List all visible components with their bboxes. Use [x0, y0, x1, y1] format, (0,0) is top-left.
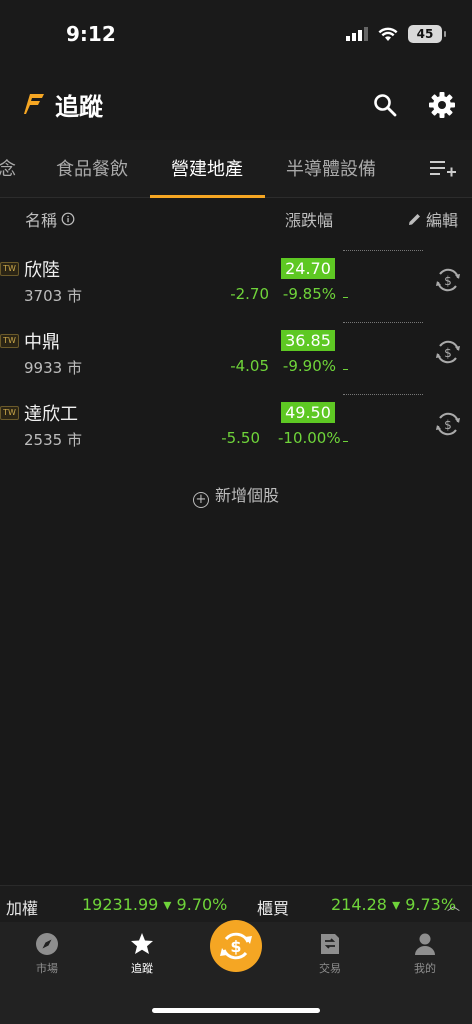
battery-icon: 45: [408, 25, 446, 43]
status-bar: 9:12 45: [0, 0, 472, 70]
sparkline-mark: [343, 369, 348, 370]
quick-trade-icon[interactable]: $: [434, 338, 462, 366]
svg-text:$: $: [444, 418, 452, 432]
nav-watchlist[interactable]: 追蹤: [112, 932, 172, 976]
nav-trade-label: 交易: [319, 962, 341, 975]
tab-construction[interactable]: 營建地產: [171, 155, 243, 181]
active-tab-indicator: [150, 195, 265, 198]
info-icon[interactable]: [61, 212, 75, 226]
sparkline-mark: [343, 297, 348, 298]
add-stock-label: 新增個股: [214, 486, 279, 505]
edit-button[interactable]: 編輯: [408, 207, 458, 231]
market-badge: TW: [0, 262, 19, 276]
edit-label: 編輯: [425, 211, 458, 230]
market-badge: TW: [0, 406, 19, 420]
stock-change-pct: -10.00%: [278, 429, 341, 447]
chevron-up-icon[interactable]: ︿: [447, 895, 460, 914]
sparkline-reference: [343, 394, 423, 395]
signal-icon: [346, 27, 368, 41]
status-icons: 45: [346, 25, 446, 43]
pencil-icon: [408, 214, 420, 225]
nav-market[interactable]: 市場: [17, 932, 77, 976]
stock-name: 欣陸: [24, 260, 60, 281]
taiex-label: 加權: [6, 899, 39, 918]
name-column-label: 名稱: [25, 211, 58, 230]
add-circle-icon: +: [192, 492, 209, 508]
sparkline-reference: [343, 250, 423, 251]
add-stock-button[interactable]: + 新增個股: [0, 482, 472, 508]
market-badge: TW: [0, 334, 19, 348]
svg-text:$: $: [230, 937, 241, 956]
status-time: 9:12: [66, 22, 116, 46]
stock-name: 中鼎: [24, 332, 60, 353]
bottom-nav: 市場 追蹤 $ 交易 我的: [0, 920, 472, 1024]
column-header: 名稱 漲跌幅 編輯: [0, 199, 472, 237]
nav-profile[interactable]: 我的: [395, 932, 455, 976]
add-list-icon[interactable]: [430, 158, 456, 180]
index-ticker[interactable]: 加權 19231.99 ▾ 9.70% 櫃買 214.28 ▾ 9.73% ︿: [0, 885, 472, 922]
otc-value: 214.28 ▾ 9.73%: [331, 895, 457, 914]
sparkline-mark: [343, 441, 348, 442]
tab-semiconductor[interactable]: 半導體設備: [286, 155, 376, 181]
compass-icon: [36, 933, 58, 955]
quick-trade-button[interactable]: $: [210, 920, 262, 972]
nav-market-label: 市場: [36, 962, 58, 975]
svg-text:$: $: [444, 274, 452, 288]
search-icon[interactable]: [372, 92, 398, 118]
stock-change: -5.50: [221, 429, 260, 447]
category-tabs: 念 食品餐飲 營建地產 半導體設備: [0, 140, 472, 198]
stock-price: 49.50: [281, 402, 335, 423]
stock-row[interactable]: TW 達欣工 2535 市 49.50 -5.50 -10.00% $: [0, 392, 472, 464]
person-icon: [415, 933, 435, 955]
wifi-icon: [378, 27, 398, 41]
trade-doc-icon: [321, 934, 339, 954]
stock-code: 9933 市: [24, 359, 82, 377]
nav-trade[interactable]: 交易: [300, 932, 360, 976]
app-logo-icon: [24, 94, 44, 114]
stock-change: -2.70: [230, 285, 269, 303]
stock-price: 24.70: [281, 258, 335, 279]
app-header: 追蹤: [0, 70, 472, 140]
svg-text:$: $: [444, 346, 452, 360]
nav-profile-label: 我的: [414, 962, 436, 975]
tab-food[interactable]: 食品餐飲: [56, 155, 128, 181]
nav-watchlist-label: 追蹤: [131, 962, 153, 975]
dollar-exchange-icon: $: [220, 932, 252, 960]
stock-row[interactable]: TW 中鼎 9933 市 36.85 -4.05 -9.90% $: [0, 320, 472, 392]
change-column-label[interactable]: 漲跌幅: [285, 207, 333, 231]
taiex-value: 19231.99 ▾ 9.70%: [82, 895, 228, 914]
gear-icon[interactable]: [428, 91, 456, 119]
stock-code: 3703 市: [24, 287, 82, 305]
page-title: 追蹤: [55, 93, 103, 121]
stock-change: -4.05: [230, 357, 269, 375]
stock-price: 36.85: [281, 330, 335, 351]
sparkline-reference: [343, 322, 423, 323]
quick-trade-icon[interactable]: $: [434, 266, 462, 294]
stock-code: 2535 市: [24, 431, 82, 449]
stock-row[interactable]: TW 欣陸 3703 市 24.70 -2.70 -9.85% $: [0, 248, 472, 320]
quick-trade-icon[interactable]: $: [434, 410, 462, 438]
stock-change-pct: -9.85%: [282, 285, 336, 303]
star-icon: [131, 933, 153, 954]
stock-name: 達欣工: [24, 404, 78, 425]
stock-change-pct: -9.90%: [282, 357, 336, 375]
otc-label: 櫃買: [257, 899, 290, 918]
name-column[interactable]: 名稱: [25, 207, 75, 231]
tab-concept[interactable]: 念: [0, 155, 16, 181]
home-indicator: [152, 1008, 320, 1013]
